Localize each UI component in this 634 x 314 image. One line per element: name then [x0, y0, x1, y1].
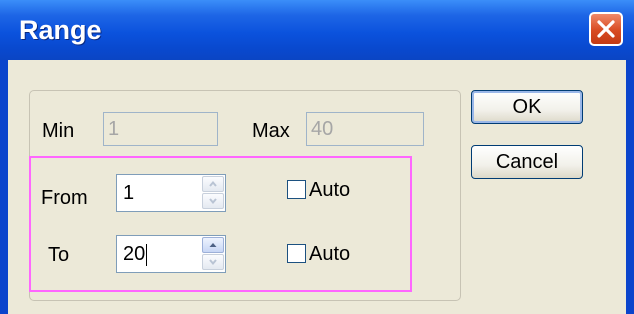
from-auto-label[interactable]: Auto [309, 179, 350, 202]
from-label: From [41, 187, 88, 209]
chevron-down-icon [209, 259, 217, 266]
from-input[interactable]: 1 [116, 174, 226, 212]
from-auto-checkbox[interactable] [287, 180, 306, 199]
min-label: Min [42, 120, 75, 142]
text-caret [146, 243, 148, 266]
close-button[interactable] [589, 12, 623, 46]
max-label: Max [252, 120, 290, 142]
min-field: 1 [103, 112, 218, 146]
cancel-button[interactable]: Cancel [471, 145, 583, 179]
close-icon [597, 20, 615, 38]
ok-button[interactable]: OK [471, 90, 583, 124]
chevron-up-icon [209, 243, 217, 247]
from-spin-down[interactable] [202, 193, 224, 209]
dialog-body: Min 1 Max 40 From 1 Auto To 20 Auto OK C… [8, 60, 626, 314]
from-spin-up[interactable] [202, 176, 224, 192]
range-dialog: Range Min 1 Max 40 From 1 Auto To 20 Aut… [0, 0, 634, 314]
to-spin-up[interactable] [202, 237, 224, 253]
from-value: 1 [123, 182, 135, 204]
window-title: Range [19, 15, 102, 45]
max-field: 40 [306, 112, 424, 146]
to-auto-checkbox[interactable] [287, 244, 306, 263]
to-value: 20 [123, 243, 148, 266]
title-bar[interactable]: Range [0, 0, 634, 60]
to-spin-down[interactable] [202, 254, 224, 270]
from-spinner[interactable] [202, 176, 224, 210]
to-input[interactable]: 20 [116, 235, 226, 273]
to-spinner[interactable] [202, 237, 224, 271]
to-label: To [48, 244, 70, 266]
chevron-down-icon [209, 198, 217, 205]
to-auto-label[interactable]: Auto [309, 243, 350, 266]
chevron-up-icon [209, 180, 217, 187]
